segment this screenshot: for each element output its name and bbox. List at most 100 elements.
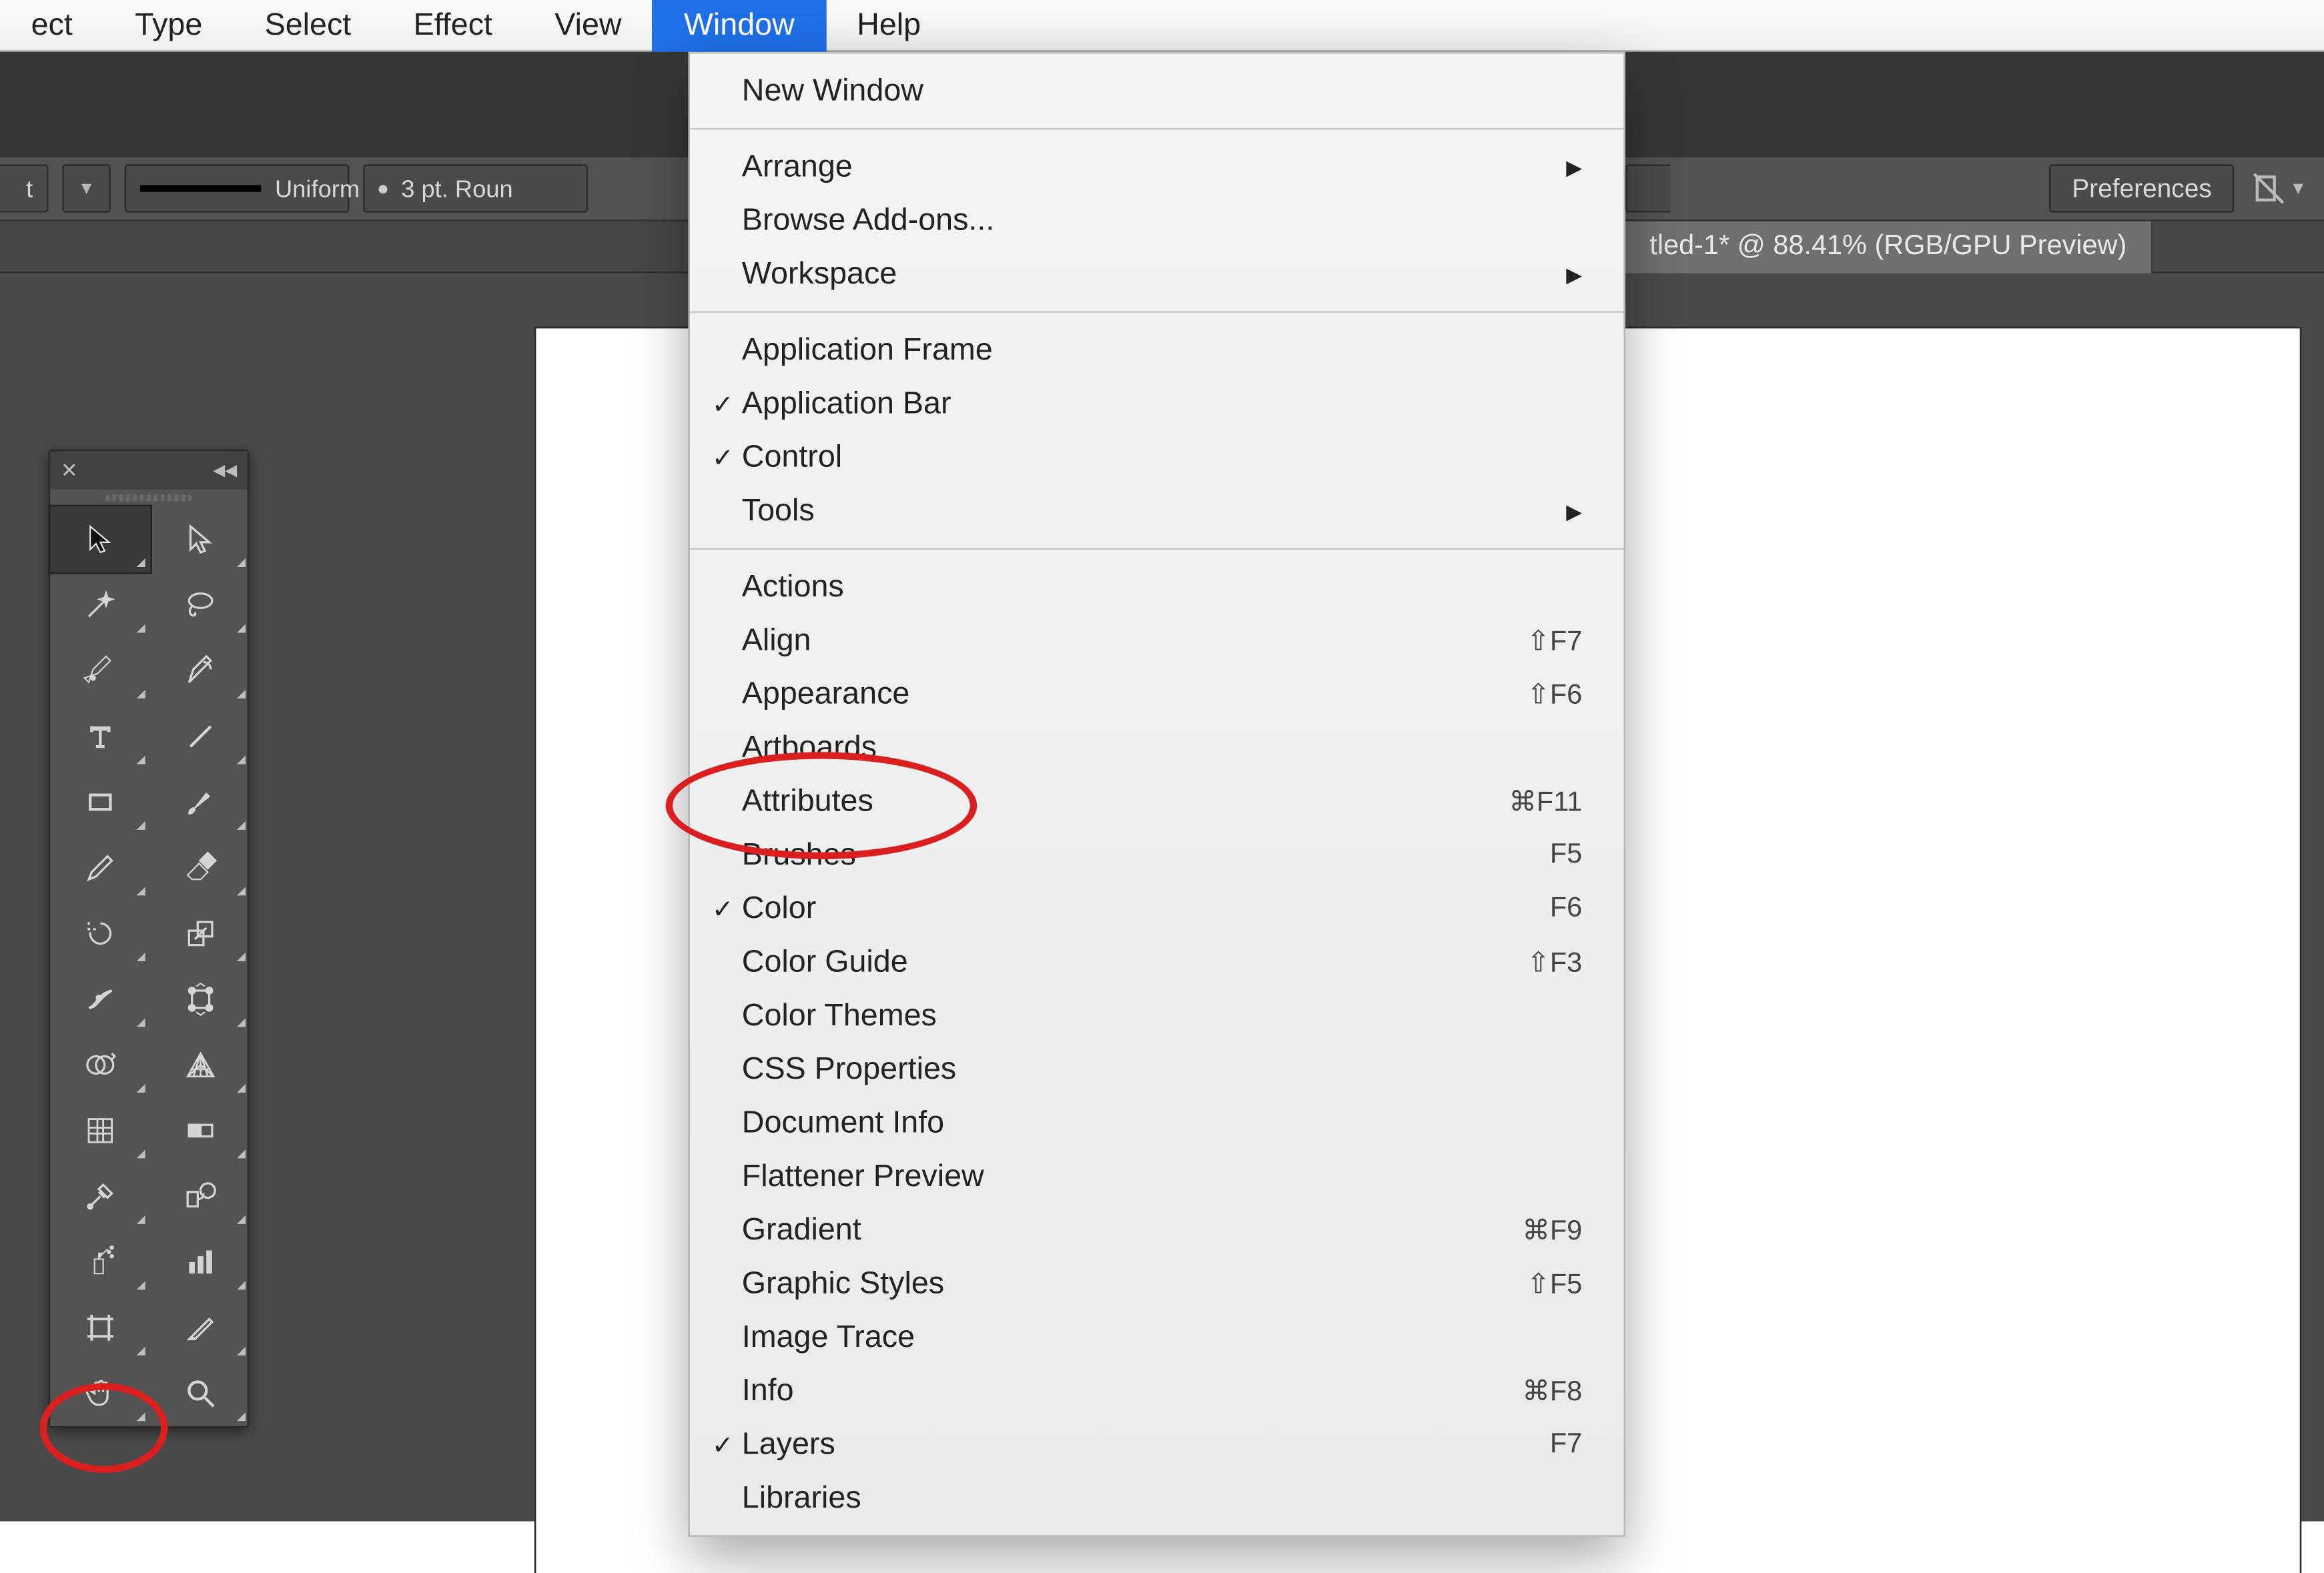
control-hidden-pill-fragment <box>1625 164 1670 213</box>
menu-item-layers[interactable]: ✓LayersF7 <box>690 1418 1623 1471</box>
mesh-tool[interactable] <box>50 1098 150 1163</box>
menu-item-attributes[interactable]: Attributes⌘F11 <box>690 774 1623 828</box>
flyout-indicator-icon <box>137 887 145 895</box>
menu-item-label: Document Info <box>739 1105 1583 1141</box>
flyout-indicator-icon <box>137 624 145 633</box>
menu-item-browse-add-ons[interactable]: Browse Add-ons... <box>690 193 1623 247</box>
control-left-chevron[interactable]: ▼ <box>62 164 111 213</box>
menu-shortcut: ⇧F7 <box>1527 623 1582 658</box>
brush-preset-select[interactable]: 3 pt. Roun <box>363 164 588 213</box>
blend-tool[interactable] <box>150 1163 250 1229</box>
preferences-button[interactable]: Preferences <box>2050 164 2235 213</box>
menu-item-workspace[interactable]: Workspace▶ <box>690 247 1623 301</box>
menu-item-appearance[interactable]: Appearance⇧F6 <box>690 667 1623 720</box>
eyedropper-tool[interactable] <box>50 1163 150 1229</box>
menu-item-application-bar[interactable]: ✓Application Bar <box>690 377 1623 430</box>
menu-item-new-window[interactable]: New Window <box>690 64 1623 117</box>
menu-item-graphic-styles[interactable]: Graphic Styles⇧F5 <box>690 1257 1623 1310</box>
menu-effect[interactable]: Effect <box>382 0 524 51</box>
menu-item-label: Color Themes <box>739 997 1583 1033</box>
flyout-indicator-icon <box>237 1084 246 1093</box>
zoom-tool[interactable] <box>150 1361 250 1426</box>
menu-window[interactable]: Window <box>653 0 825 51</box>
flyout-indicator-icon <box>137 558 145 567</box>
menu-help[interactable]: Help <box>825 0 951 51</box>
menu-item-libraries[interactable]: Libraries <box>690 1471 1623 1524</box>
menu-item-css-properties[interactable]: CSS Properties <box>690 1043 1623 1096</box>
menu-view[interactable]: View <box>524 0 653 51</box>
column-graph-tool[interactable] <box>150 1229 250 1295</box>
menu-shortcut: ⇧F5 <box>1527 1266 1582 1301</box>
curvature-tool[interactable] <box>150 638 250 703</box>
menu-item-color[interactable]: ✓ColorF6 <box>690 882 1623 935</box>
menu-item-arrange[interactable]: Arrange▶ <box>690 140 1623 193</box>
eraser-tool[interactable] <box>150 835 250 901</box>
paintbrush-tool[interactable] <box>150 769 250 835</box>
menu-item-image-trace[interactable]: Image Trace <box>690 1310 1623 1364</box>
menu-item-label: CSS Properties <box>739 1051 1583 1087</box>
rectangle-tool[interactable] <box>50 769 150 835</box>
close-icon[interactable]: ✕ <box>61 458 78 482</box>
type-tool[interactable] <box>50 704 150 769</box>
menu-shortcut: ⇧F6 <box>1527 677 1582 712</box>
menu-item-artboards[interactable]: Artboards <box>690 721 1623 774</box>
menu-item-document-info[interactable]: Document Info <box>690 1096 1623 1149</box>
menu-item-application-frame[interactable]: Application Frame <box>690 324 1623 377</box>
menu-item-gradient[interactable]: Gradient⌘F9 <box>690 1203 1623 1257</box>
menu-item-flattener-preview[interactable]: Flattener Preview <box>690 1149 1623 1203</box>
collapse-icon[interactable]: ◀◀ <box>213 461 237 480</box>
flyout-indicator-icon <box>137 1347 145 1356</box>
tools-panel-grip[interactable] <box>50 489 247 506</box>
menu-item-color-guide[interactable]: Color Guide⇧F3 <box>690 935 1623 989</box>
magic-wand-tool[interactable] <box>50 572 150 638</box>
document-tab[interactable]: tled-1* @ 88.41% (RGB/GPU Preview) <box>1625 220 2153 272</box>
control-bar-right: Preferences ▼ <box>2050 164 2307 213</box>
free-transform-tool[interactable] <box>150 967 250 1032</box>
menu-item-control[interactable]: ✓Control <box>690 430 1623 484</box>
control-fragment[interactable] <box>1625 164 1670 213</box>
direct-selection-tool[interactable] <box>150 506 250 572</box>
scale-tool[interactable] <box>150 901 250 966</box>
slice-tool[interactable] <box>150 1295 250 1360</box>
menu-item-info[interactable]: Info⌘F8 <box>690 1364 1623 1418</box>
flyout-indicator-icon <box>237 690 246 698</box>
menu-item-label: Color <box>739 891 1550 927</box>
hand-tool[interactable] <box>50 1361 150 1426</box>
flyout-indicator-icon <box>137 755 145 764</box>
menu-item-brushes[interactable]: BrushesF5 <box>690 828 1623 881</box>
lasso-tool[interactable] <box>150 572 250 638</box>
menu-select[interactable]: Select <box>234 0 382 51</box>
document-setup-icon[interactable]: ▼ <box>2251 171 2307 206</box>
flyout-indicator-icon <box>137 1149 145 1158</box>
menu-item-label: Libraries <box>739 1480 1583 1516</box>
menubar: ect Type Select Effect View Window Help <box>0 0 2324 52</box>
menu-item-actions[interactable]: Actions <box>690 560 1623 614</box>
perspective-grid-tool[interactable] <box>150 1032 250 1097</box>
menu-item-label: Color Guide <box>739 944 1527 980</box>
menu-item-label: Graphic Styles <box>739 1265 1527 1301</box>
artboard-tool[interactable] <box>50 1295 150 1360</box>
control-left-truncated[interactable]: t <box>0 164 49 213</box>
menu-item-label: Workspace <box>739 256 1567 292</box>
brush-preset-label: 3 pt. Roun <box>401 175 512 202</box>
stroke-profile-select[interactable]: Uniform ▼ <box>125 164 350 213</box>
menu-item-label: Artboards <box>739 730 1583 766</box>
width-tool[interactable] <box>50 967 150 1032</box>
menu-item-align[interactable]: Align⇧F7 <box>690 614 1623 667</box>
flyout-indicator-icon <box>237 755 246 764</box>
selection-tool[interactable] <box>50 506 150 572</box>
symbol-sprayer-tool[interactable] <box>50 1229 150 1295</box>
shape-builder-tool[interactable] <box>50 1032 150 1097</box>
rotate-tool[interactable] <box>50 901 150 966</box>
menu-shortcut: ⌘F11 <box>1509 784 1582 819</box>
menu-item-color-themes[interactable]: Color Themes <box>690 989 1623 1042</box>
menu-item-label: Attributes <box>739 783 1509 819</box>
gradient-tool[interactable] <box>150 1098 250 1163</box>
menu-type[interactable]: Type <box>104 0 234 51</box>
pen-tool[interactable] <box>50 638 150 703</box>
menu-object-truncated[interactable]: ect <box>0 0 104 51</box>
menu-item-tools[interactable]: Tools▶ <box>690 484 1623 538</box>
chevron-down-icon: ▼ <box>2289 179 2307 198</box>
line-segment-tool[interactable] <box>150 704 250 769</box>
pencil-tool[interactable] <box>50 835 150 901</box>
